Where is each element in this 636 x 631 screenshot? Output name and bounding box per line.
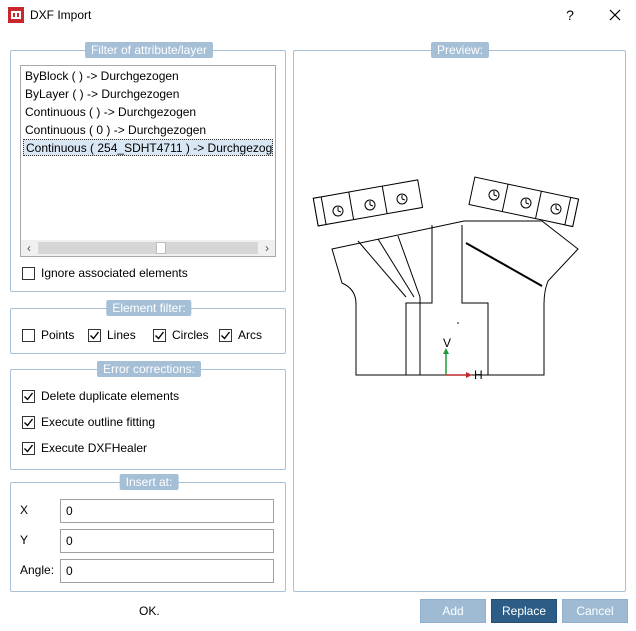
checkbox-label: Execute DXFHealer [41, 441, 148, 455]
checkbox-box[interactable] [22, 415, 35, 429]
error-corrections-group: Error corrections: Delete duplicate elem… [10, 361, 286, 470]
app-icon [8, 7, 24, 23]
checkmark-icon [155, 331, 165, 340]
list-item[interactable]: Continuous ( ) -> Durchgezogen [23, 104, 273, 121]
close-icon [609, 9, 621, 21]
axis-h-label: H [474, 368, 483, 382]
arcs-checkbox[interactable]: Arcs [219, 328, 262, 342]
list-item[interactable]: ByBlock ( ) -> Durchgezogen [23, 68, 273, 85]
checkbox-label: Arcs [238, 328, 262, 342]
insert-at-title: Insert at: [119, 474, 179, 490]
delete-duplicates-checkbox[interactable]: Delete duplicate elements [22, 389, 179, 403]
scroll-left-icon[interactable]: ‹ [21, 240, 37, 256]
outline-fitting-checkbox[interactable]: Execute outline fitting [22, 415, 155, 429]
list-item[interactable]: Continuous ( 0 ) -> Durchgezogen [23, 122, 273, 139]
preview-canvas [312, 176, 580, 378]
checkbox-label: Points [41, 328, 75, 342]
checkbox-box[interactable] [22, 389, 35, 403]
angle-label: Angle: [20, 563, 55, 577]
filter-group: Filter of attribute/layer ByBlock ( ) ->… [10, 42, 286, 292]
ignore-associated-checkbox[interactable]: Ignore associated elements [22, 266, 188, 280]
checkmark-icon [90, 331, 100, 340]
filter-group-title: Filter of attribute/layer [84, 42, 214, 58]
list-item[interactable]: ByLayer ( ) -> Durchgezogen [23, 86, 273, 103]
checkbox-label: Lines [107, 328, 136, 342]
circles-checkbox[interactable]: Circles [153, 328, 209, 342]
checkmark-icon [24, 392, 34, 401]
checkbox-box[interactable] [22, 328, 35, 342]
checkbox-box[interactable] [219, 328, 232, 342]
y-label: Y [20, 533, 29, 547]
checkmark-icon [24, 444, 34, 453]
list-item-selected[interactable]: Continuous ( 254_SDHT4711 ) -> Durchgezo… [23, 139, 273, 156]
error-corrections-title: Error corrections: [96, 361, 202, 377]
angle-input[interactable] [60, 559, 274, 583]
x-input[interactable] [60, 499, 274, 523]
cancel-button[interactable]: Cancel [562, 599, 628, 623]
checkmark-icon [24, 418, 34, 427]
points-checkbox[interactable]: Points [22, 328, 74, 342]
axis-arrows [443, 348, 472, 378]
replace-button[interactable]: Replace [491, 599, 557, 623]
lines-checkbox[interactable]: Lines [88, 328, 136, 342]
preview-title: Preview: [430, 42, 490, 58]
scroll-thumb[interactable] [156, 242, 166, 254]
checkmark-icon [221, 331, 231, 340]
checkbox-label: Circles [172, 328, 209, 342]
preview-group: Preview: V H [293, 42, 626, 592]
checkbox-label: Delete duplicate elements [41, 389, 180, 403]
help-button[interactable]: ? [560, 4, 580, 26]
element-filter-group: Element filter: Points Lines Circles Arc… [10, 300, 286, 354]
y-input[interactable] [60, 529, 274, 553]
preview-thick-line [465, 242, 543, 287]
insert-at-group: Insert at: X Y Angle: [10, 474, 286, 592]
window-title: DXF Import [30, 8, 92, 22]
close-button[interactable] [604, 4, 626, 26]
axis-v-label: V [443, 336, 452, 350]
checkbox-label: Execute outline fitting [41, 415, 156, 429]
checkbox-box[interactable] [153, 328, 166, 342]
horizontal-scrollbar[interactable]: ‹ › [21, 240, 275, 256]
scroll-track[interactable] [38, 242, 258, 254]
checkbox-label: Ignore associated elements [41, 266, 188, 280]
element-filter-title: Element filter: [106, 300, 192, 316]
layer-listbox[interactable]: ByBlock ( ) -> Durchgezogen ByLayer ( ) … [20, 65, 276, 257]
x-label: X [20, 503, 29, 517]
checkbox-box[interactable] [88, 328, 101, 342]
title-bar: DXF Import ? [0, 0, 636, 30]
add-button[interactable]: Add [420, 599, 486, 623]
ok-link[interactable]: OK. [139, 604, 160, 618]
scroll-right-icon[interactable]: › [259, 240, 275, 256]
dxfhealer-checkbox[interactable]: Execute DXFHealer [22, 441, 147, 455]
checkbox-box[interactable] [22, 266, 35, 280]
checkbox-box[interactable] [22, 441, 35, 455]
